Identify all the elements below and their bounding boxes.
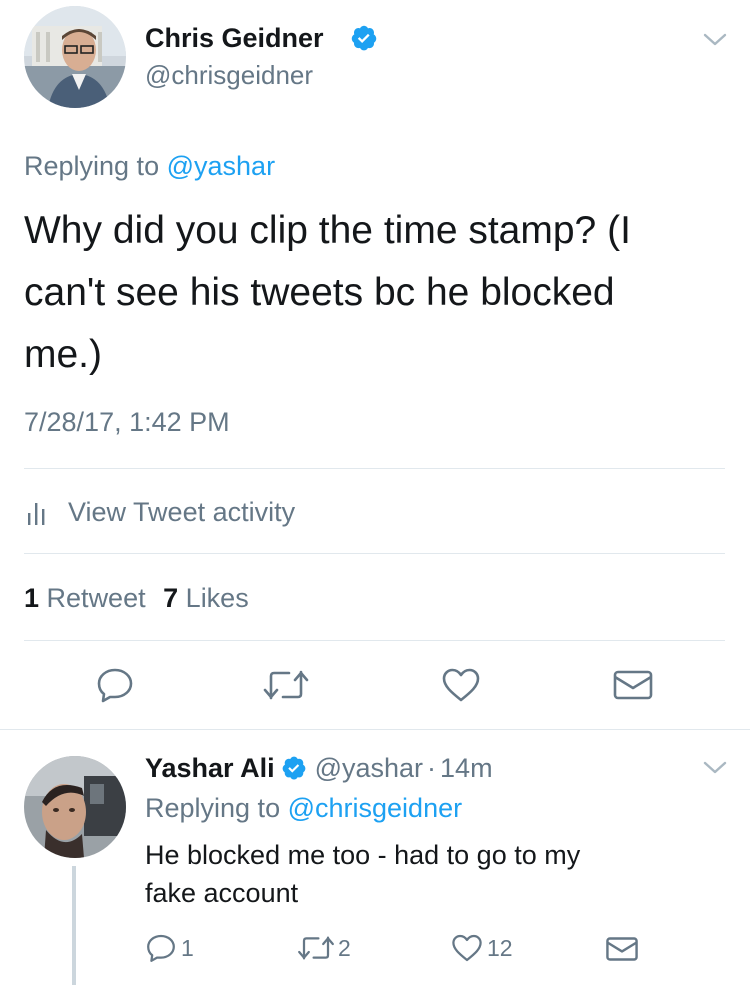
- reply-author-avatar[interactable]: [24, 756, 126, 858]
- main-chevron-down-icon[interactable]: [700, 30, 730, 50]
- tweet-text-line: me.): [24, 333, 102, 376]
- main-verified-badge-icon: [350, 24, 378, 52]
- view-tweet-activity-label: View Tweet activity: [68, 497, 296, 527]
- main-author-handle[interactable]: @chrisgeidner: [145, 58, 313, 92]
- reply-like-button[interactable]: 12: [451, 931, 513, 965]
- reply-time[interactable]: 14m: [440, 750, 493, 786]
- reply-button[interactable]: [90, 665, 140, 705]
- main-replying-line: Replying to @yashar: [24, 148, 275, 184]
- bar-chart-icon: [24, 499, 54, 525]
- like-count: 7: [163, 583, 179, 613]
- reply-tweet-text: He blocked me too - had to go to my fake…: [145, 836, 580, 912]
- view-tweet-activity-link[interactable]: View Tweet activity: [24, 494, 295, 530]
- divider: [24, 640, 725, 641]
- heart-icon: [442, 668, 480, 702]
- main-author-avatar[interactable]: [24, 6, 126, 108]
- envelope-icon: [606, 937, 638, 961]
- retweet-count: 1: [24, 583, 40, 613]
- reply-icon: [147, 934, 175, 962]
- retweet-stat[interactable]: 1 Retweet: [24, 583, 153, 613]
- replying-to-link[interactable]: @chrisgeidner: [288, 793, 463, 823]
- main-timestamp: 7/28/17, 1:42 PM: [24, 407, 230, 437]
- reply-retweet-button[interactable]: 2: [296, 931, 351, 965]
- reply-author-handle[interactable]: @yashar: [315, 750, 423, 786]
- reply-count: 1: [181, 934, 194, 961]
- reply-retweet-count: 2: [338, 934, 351, 961]
- like-button[interactable]: [436, 665, 486, 705]
- tweet-text-line: can't see his tweets bc he blocked: [24, 271, 615, 314]
- reply-author-name[interactable]: Yashar Ali: [145, 750, 275, 786]
- reply-header: Yashar Ali @yashar · 14m: [145, 750, 493, 786]
- tweet-text-line: He blocked me too - had to go to my: [145, 840, 581, 870]
- replying-prefix: Replying to: [145, 793, 281, 823]
- reply-verified-badge-icon: [281, 755, 307, 781]
- reply-reply-button[interactable]: 1: [145, 931, 194, 965]
- engagement-stats: 1 Retweet 7 Likes: [24, 580, 249, 616]
- like-stat[interactable]: 7 Likes: [163, 583, 249, 613]
- retweet-button[interactable]: [258, 665, 314, 705]
- retweet-icon: [298, 936, 334, 960]
- tweet-separator: [0, 729, 750, 730]
- reply-separator: ·: [427, 753, 437, 783]
- dm-button[interactable]: [608, 665, 658, 705]
- divider: [24, 553, 725, 554]
- main-tweet-text: Why did you clip the time stamp? (I can'…: [24, 200, 631, 386]
- tweet-text-line: Why did you clip the time stamp? (I: [24, 209, 631, 252]
- like-label: Likes: [185, 583, 249, 613]
- reply-icon: [97, 668, 133, 703]
- envelope-icon: [613, 670, 653, 700]
- tweet-text-line: fake account: [145, 878, 299, 908]
- thread-line: [72, 866, 76, 985]
- retweet-icon: [263, 670, 309, 700]
- reply-replying-line: Replying to @chrisgeidner: [145, 790, 462, 826]
- reply-like-count: 12: [487, 934, 513, 961]
- divider: [24, 468, 725, 469]
- retweet-label: Retweet: [46, 583, 146, 613]
- replying-prefix: Replying to: [24, 151, 160, 181]
- reply-dm-button[interactable]: [605, 933, 639, 965]
- reply-chevron-down-icon[interactable]: [700, 758, 730, 778]
- replying-to-link[interactable]: @yashar: [167, 151, 275, 181]
- main-author-name[interactable]: Chris Geidner: [145, 20, 324, 56]
- heart-icon: [452, 934, 482, 962]
